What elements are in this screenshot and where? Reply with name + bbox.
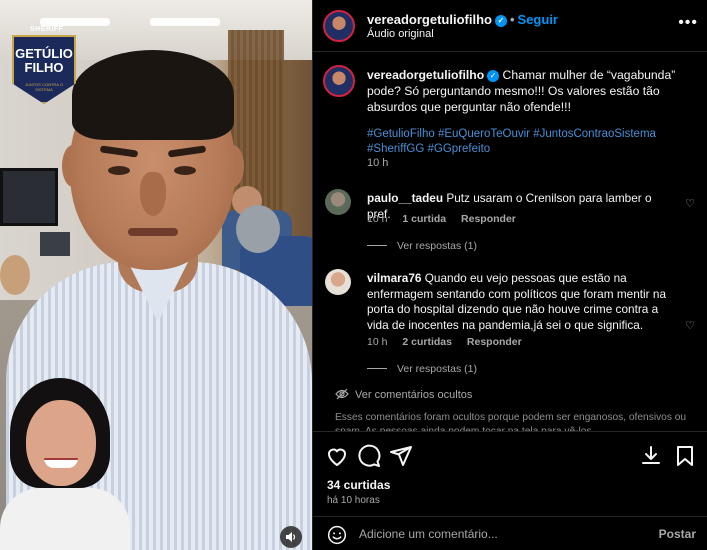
view-replies-label: Ver respostas (1) — [397, 363, 477, 375]
background-person-head — [236, 205, 280, 253]
comment-icon[interactable] — [357, 444, 381, 468]
ceiling-light — [150, 18, 220, 26]
post-timestamp: 10 h — [367, 157, 389, 169]
author-username[interactable]: vereadorgetuliofilho — [367, 12, 492, 27]
more-options-icon[interactable]: ••• — [678, 14, 698, 32]
post-actions-bar: 34 curtidas há 10 horas — [313, 431, 707, 506]
eye-off-icon — [335, 388, 349, 400]
comment-input[interactable] — [359, 523, 649, 545]
view-replies-label: Ver respostas (1) — [397, 240, 477, 252]
caption-hashtags[interactable]: #GetulioFilho #EuQueroTeOuvir #JuntosCon… — [367, 127, 692, 157]
logo-name-line2: FILHO — [24, 60, 64, 75]
verified-badge-icon: ✓ — [487, 70, 500, 82]
replies-line — [367, 245, 387, 246]
post-comment-button[interactable]: Postar — [659, 527, 696, 541]
logo-subtitle: JUNTOS CONTRA O SISTEMA — [25, 82, 63, 92]
author-line: vereadorgetuliofilho ✓ • Seguir — [367, 12, 558, 27]
comment-like-icon[interactable]: ♡ — [685, 197, 695, 210]
view-replies-button[interactable]: Ver respostas (1) — [367, 240, 477, 252]
comment-likes[interactable]: 2 curtidas — [402, 336, 452, 348]
post-details-panel: vereadorgetuliofilho ✓ • Seguir Áudio origi… — [312, 0, 707, 550]
post-video[interactable]: SHERIFF GETÚLIO FILHO JUNTOS CONTRA O SI… — [0, 0, 312, 550]
original-audio-link[interactable]: Áudio original — [367, 28, 434, 40]
sheriff-logo: SHERIFF GETÚLIO FILHO JUNTOS CONTRA O SI… — [12, 26, 76, 104]
inset-person-body — [0, 488, 130, 550]
inset-person-smile — [44, 458, 78, 468]
inset-person — [0, 370, 130, 550]
hidden-comments-label: Ver comentários ocultos — [355, 389, 473, 401]
author-avatar[interactable] — [323, 10, 355, 42]
background-monitor — [40, 232, 70, 256]
background-person-head — [0, 255, 30, 295]
caption-text: vereadorgetuliofilho ✓ Chamar mulher de “… — [367, 67, 692, 157]
inset-person-face — [26, 400, 96, 486]
author-avatar[interactable] — [323, 65, 355, 97]
comment-meta: 10 h 1 curtida Responder — [367, 213, 528, 225]
download-icon[interactable] — [639, 444, 663, 468]
comment-time: 10 h — [367, 336, 388, 348]
speaker-icon — [286, 532, 296, 542]
logo-name-line1: GETÚLIO — [15, 46, 73, 61]
commenter-username[interactable]: paulo__tadeu — [367, 191, 443, 205]
speaker-mouth — [128, 228, 178, 236]
speaker-eye — [108, 166, 130, 175]
ceiling-light — [40, 18, 110, 26]
caption-username[interactable]: vereadorgetuliofilho — [367, 68, 484, 82]
commenter-avatar[interactable] — [325, 269, 351, 295]
follow-button[interactable]: Seguir — [518, 12, 558, 27]
reply-button[interactable]: Responder — [461, 213, 516, 225]
emoji-icon[interactable] — [327, 525, 347, 545]
comment-composer: Postar — [313, 516, 707, 550]
post-age: há 10 horas — [327, 495, 380, 506]
view-hidden-comments-button[interactable]: Ver comentários ocultos — [335, 388, 472, 401]
speaker-eye — [174, 166, 196, 175]
heart-icon[interactable] — [325, 444, 349, 468]
comment-likes[interactable]: 1 curtida — [402, 213, 446, 225]
separator-dot: • — [509, 12, 515, 27]
view-replies-button[interactable]: Ver respostas (1) — [367, 363, 477, 375]
commenter-avatar[interactable] — [325, 189, 351, 215]
logo-top-text: SHERIFF — [30, 26, 64, 33]
share-icon[interactable] — [389, 444, 413, 468]
speaker-nose — [140, 172, 166, 216]
instagram-post-view: SHERIFF GETÚLIO FILHO JUNTOS CONTRA O SI… — [0, 0, 707, 550]
mute-button[interactable] — [280, 526, 302, 548]
commenter-username[interactable]: vilmara76 — [367, 271, 421, 285]
replies-line — [367, 368, 387, 369]
verified-badge-icon: ✓ — [494, 15, 507, 27]
comment-time: 10 h — [367, 213, 388, 225]
bookmark-icon[interactable] — [673, 444, 697, 468]
reply-button[interactable]: Responder — [467, 336, 522, 348]
comments-scroll-area[interactable]: vereadorgetuliofilho ✓ Chamar mulher de “… — [313, 53, 707, 431]
comment-like-icon[interactable]: ♡ — [685, 319, 695, 332]
speaker-hair — [72, 50, 234, 140]
hidden-comments-note: Esses comentários foram ocultos porque p… — [335, 412, 687, 431]
likes-count[interactable]: 34 curtidas — [327, 478, 390, 492]
comment-meta: 10 h 2 curtidas Responder — [367, 336, 534, 348]
comment-text: vilmara76 Quando eu vejo pessoas que est… — [367, 271, 667, 333]
post-header: vereadorgetuliofilho ✓ • Seguir Áudio origi… — [313, 0, 707, 52]
background-screen — [0, 168, 58, 226]
